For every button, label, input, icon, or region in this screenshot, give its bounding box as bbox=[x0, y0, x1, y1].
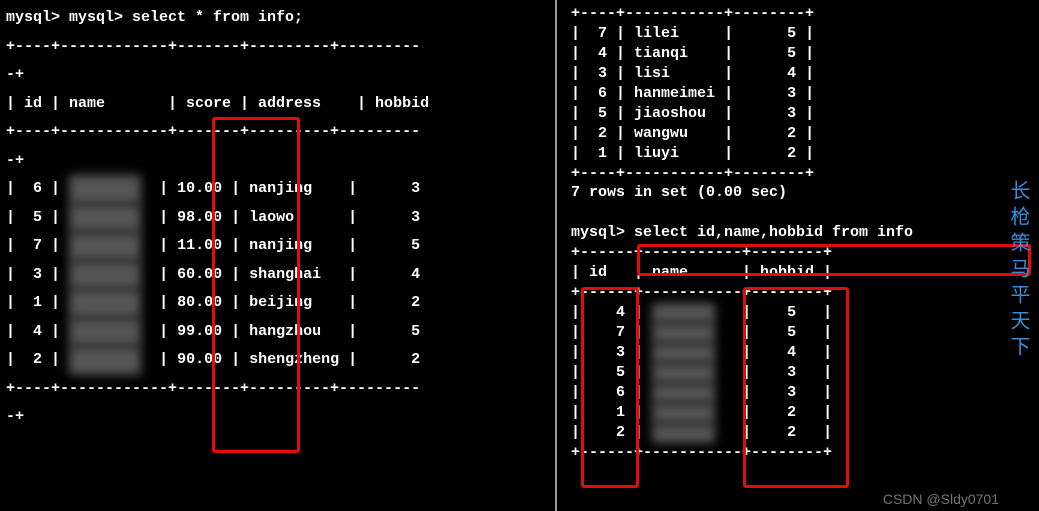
sql-prompt: mysql> mysql> select * from info; bbox=[6, 9, 303, 26]
watermark-vertical: 长枪策马平天下 bbox=[1004, 180, 1033, 362]
left-output: mysql> mysql> select * from info; +----+… bbox=[0, 0, 555, 436]
watermark-horizontal: CSDN @Sldy0701 bbox=[883, 491, 999, 507]
rows-message: 7 rows in set (0.00 sec) bbox=[571, 184, 787, 201]
left-terminal: mysql> mysql> select * from info; +----+… bbox=[0, 0, 557, 511]
table-header-2: | id | name | hobbid | bbox=[571, 264, 832, 281]
right-terminal: +----+-----------+--------+ | 7 | lilei … bbox=[557, 0, 1039, 511]
right-output: +----+-----------+--------+ | 7 | lilei … bbox=[565, 0, 1039, 467]
sql-prompt-2: mysql> select id,name,hobbid from info bbox=[571, 224, 922, 241]
table-header: | id | name | score | address | hobbid bbox=[6, 95, 429, 112]
